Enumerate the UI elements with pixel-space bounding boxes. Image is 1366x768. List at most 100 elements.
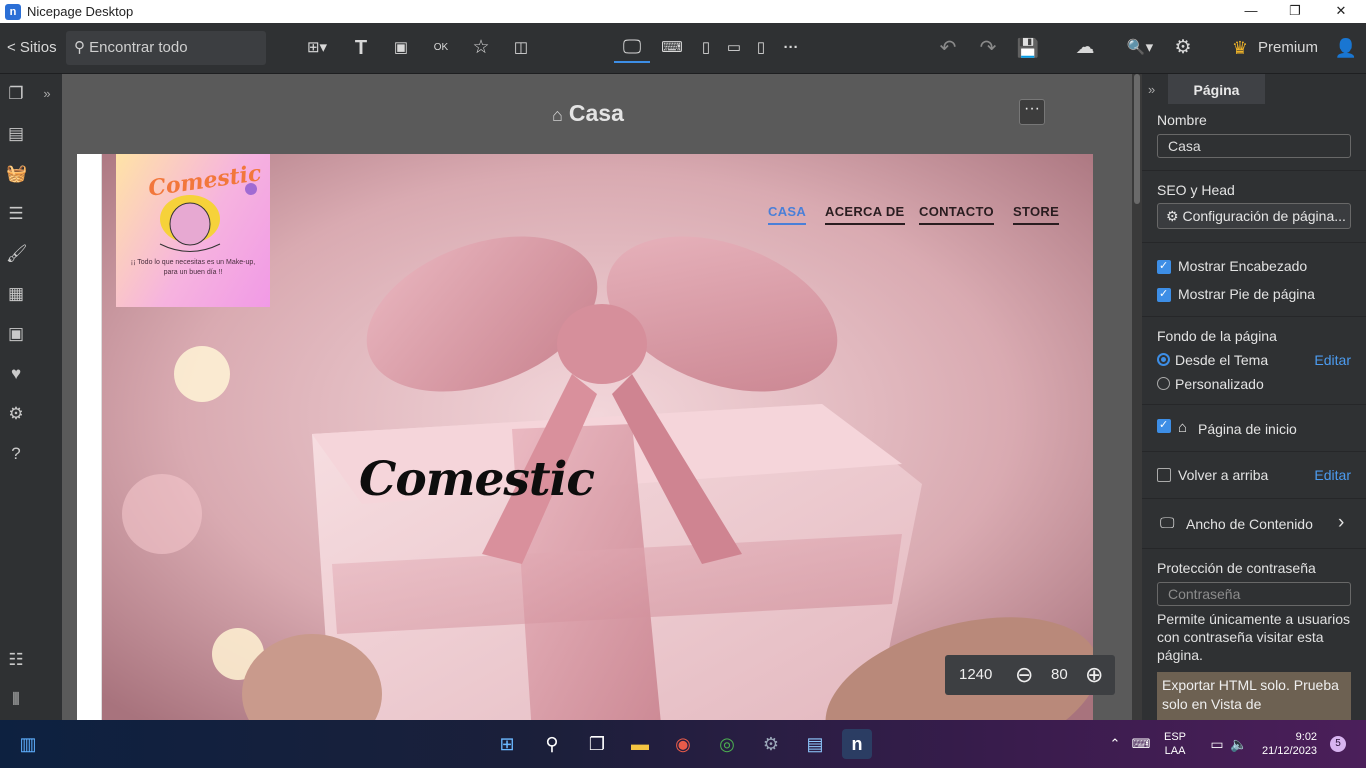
button-icon[interactable]: OK <box>428 33 454 63</box>
phone-view-icon[interactable]: ▯ <box>750 33 772 63</box>
keyboard-icon[interactable]: ⌨ <box>1126 729 1156 759</box>
save-icon[interactable]: 💾 <box>1014 33 1042 63</box>
premium-label[interactable]: Premium <box>1258 33 1322 63</box>
preview-icon[interactable]: 🔍▾ <box>1122 33 1158 63</box>
hero-heading[interactable]: Comestic <box>359 452 595 507</box>
blocks-icon[interactable]: ▦ <box>6 284 26 304</box>
undo-icon[interactable]: ↶ <box>934 33 962 63</box>
chrome-icon[interactable]: ◎ <box>712 729 742 759</box>
site-logo[interactable]: Comestic ¡¡ Todo lo que necesitas es un … <box>116 154 270 307</box>
tablet-landscape-view-icon[interactable]: ▭ <box>722 33 746 63</box>
add-element-icon[interactable]: ⊞▾ <box>300 33 334 63</box>
theme-brush-icon[interactable]: 🖌 <box>6 244 28 264</box>
image-icon[interactable]: ▣ <box>388 33 414 63</box>
columns-icon[interactable]: ⦀ <box>6 690 26 710</box>
search-input[interactable]: ⚲ Encontrar todo <box>66 31 266 65</box>
favorites-heart-icon[interactable]: ♥ <box>6 364 26 384</box>
user-account-icon[interactable]: 👤 <box>1332 33 1360 63</box>
premium-crown-icon[interactable]: ♛ <box>1226 33 1254 63</box>
outline-icon[interactable]: ☷ <box>6 650 26 670</box>
back-to-sites-button[interactable]: < Sitios <box>7 33 63 63</box>
home-icon: ⌂ <box>1178 419 1188 436</box>
home-page-label: Página de inicio <box>1198 421 1297 437</box>
tablet-view-icon[interactable]: ▯ <box>694 33 718 63</box>
edit-back-to-top-link[interactable]: Editar <box>1314 467 1351 483</box>
app-icon[interactable]: ◉ <box>668 729 698 759</box>
window-title: Nicepage Desktop <box>27 4 134 19</box>
back-to-top-checkbox[interactable] <box>1157 468 1171 482</box>
home-icon: ⌂ <box>552 105 563 125</box>
nav-acerca-de[interactable]: ACERCA DE <box>825 204 905 225</box>
taskbar: ▥ ⊞ ⚲ ❐ ▬ ◉ ◎ ⚙ ▤ n ⌃ ⌨ ESP LAA ▭ 🔈 9:02… <box>0 720 1366 768</box>
blog-icon[interactable]: ☰ <box>6 204 26 224</box>
content-width-label[interactable]: Ancho de Contenido <box>1186 516 1313 532</box>
page-settings-button[interactable]: ⚙ Configuración de página... <box>1157 203 1351 229</box>
expand-sidebar-icon[interactable]: » <box>32 74 62 720</box>
close-icon[interactable]: ✕ <box>1318 0 1364 23</box>
pages-icon[interactable]: ❐ <box>6 84 26 104</box>
password-note: Permite únicamente a usuarios con contra… <box>1157 611 1350 663</box>
notification-badge[interactable]: 5 <box>1330 736 1346 752</box>
site-settings-icon[interactable]: ⚙ <box>6 404 26 424</box>
from-theme-radio[interactable] <box>1157 353 1170 366</box>
tab-pagina[interactable]: Página <box>1168 74 1265 104</box>
volume-icon[interactable]: 🔈 <box>1224 729 1254 759</box>
text-icon[interactable]: T <box>348 33 374 63</box>
password-input[interactable]: Contraseña <box>1157 582 1351 606</box>
page-name-input[interactable]: Casa <box>1157 134 1351 158</box>
publish-cloud-icon[interactable]: ☁ <box>1068 33 1102 63</box>
minimize-icon[interactable]: — <box>1228 0 1274 23</box>
edit-background-link[interactable]: Editar <box>1314 352 1351 368</box>
nav-contacto[interactable]: CONTACTO <box>919 204 994 225</box>
start-windows-icon[interactable]: ⊞ <box>492 729 522 759</box>
nav-casa[interactable]: CASA <box>768 204 807 225</box>
notepad-icon[interactable]: ▤ <box>800 729 830 759</box>
show-header-checkbox[interactable] <box>1157 259 1171 274</box>
laptop-view-icon[interactable]: ⌨ <box>658 33 686 63</box>
page-options-button[interactable]: ··· <box>1019 99 1045 125</box>
file-explorer-icon[interactable]: ▬ <box>625 729 655 759</box>
chevron-right-icon[interactable]: › <box>1338 512 1344 534</box>
show-footer-checkbox[interactable] <box>1157 287 1171 302</box>
show-header-label: Mostrar Encabezado <box>1178 258 1308 274</box>
canvas-width-value[interactable]: 1240 <box>959 655 992 695</box>
monitor-icon: 🖵 <box>1160 515 1175 532</box>
more-devices-icon[interactable]: ··· <box>780 33 802 63</box>
widgets-icon[interactable]: ▥ <box>13 729 43 759</box>
nav-store[interactable]: STORE <box>1013 204 1060 225</box>
layout-icon[interactable]: ◫ <box>508 33 534 63</box>
gear-icon: ⚙ <box>1166 208 1179 224</box>
nicepage-taskbar-icon[interactable]: n <box>842 729 872 759</box>
maximize-icon[interactable]: ❐ <box>1272 0 1318 23</box>
nicepage-logo-icon: n <box>5 3 21 20</box>
custom-background-radio[interactable] <box>1157 377 1170 390</box>
canvas-scrollbar[interactable] <box>1132 74 1142 720</box>
background-label: Fondo de la página <box>1157 328 1277 344</box>
taskbar-search-icon[interactable]: ⚲ <box>537 729 567 759</box>
home-page-checkbox[interactable] <box>1157 418 1171 433</box>
settings-app-icon[interactable]: ⚙ <box>756 729 786 759</box>
shop-basket-icon[interactable]: 🧺 <box>6 164 27 184</box>
zoom-in-icon[interactable]: ⊕ <box>1085 655 1103 695</box>
redo-icon[interactable]: ↷ <box>974 33 1002 63</box>
language-indicator[interactable]: ESP LAA <box>1164 730 1186 758</box>
collapse-panel-icon[interactable]: » <box>1148 82 1155 97</box>
show-footer-label: Mostrar Pie de página <box>1178 286 1315 302</box>
settings-gear-icon[interactable]: ⚙ <box>1168 33 1198 63</box>
seo-label: SEO y Head <box>1157 182 1235 198</box>
zoom-out-icon[interactable]: ⊖ <box>1015 655 1033 695</box>
from-theme-label: Desde el Tema <box>1175 352 1269 368</box>
star-icon[interactable]: ☆ <box>468 33 494 63</box>
export-note: Exportar HTML solo. Prueba solo en Vista… <box>1157 672 1351 720</box>
desktop-view-icon[interactable]: 🖵 <box>614 33 650 63</box>
help-icon[interactable]: ? <box>6 444 26 464</box>
images-icon[interactable]: ▣ <box>6 324 26 344</box>
page-title: ⌂ Casa <box>552 100 624 126</box>
custom-background-label: Personalizado <box>1175 376 1264 392</box>
comments-icon[interactable]: ▤ <box>6 124 26 144</box>
search-icon: ⚲ <box>74 39 85 56</box>
task-view-icon[interactable]: ❐ <box>582 729 612 759</box>
editor-canvas: ⌂ Casa ··· CASA ACERCA DE CONTACTO STORE… <box>62 74 1142 720</box>
clock[interactable]: 9:02 21/12/2023 <box>1262 730 1317 758</box>
back-to-top-label: Volver a arriba <box>1178 467 1269 483</box>
